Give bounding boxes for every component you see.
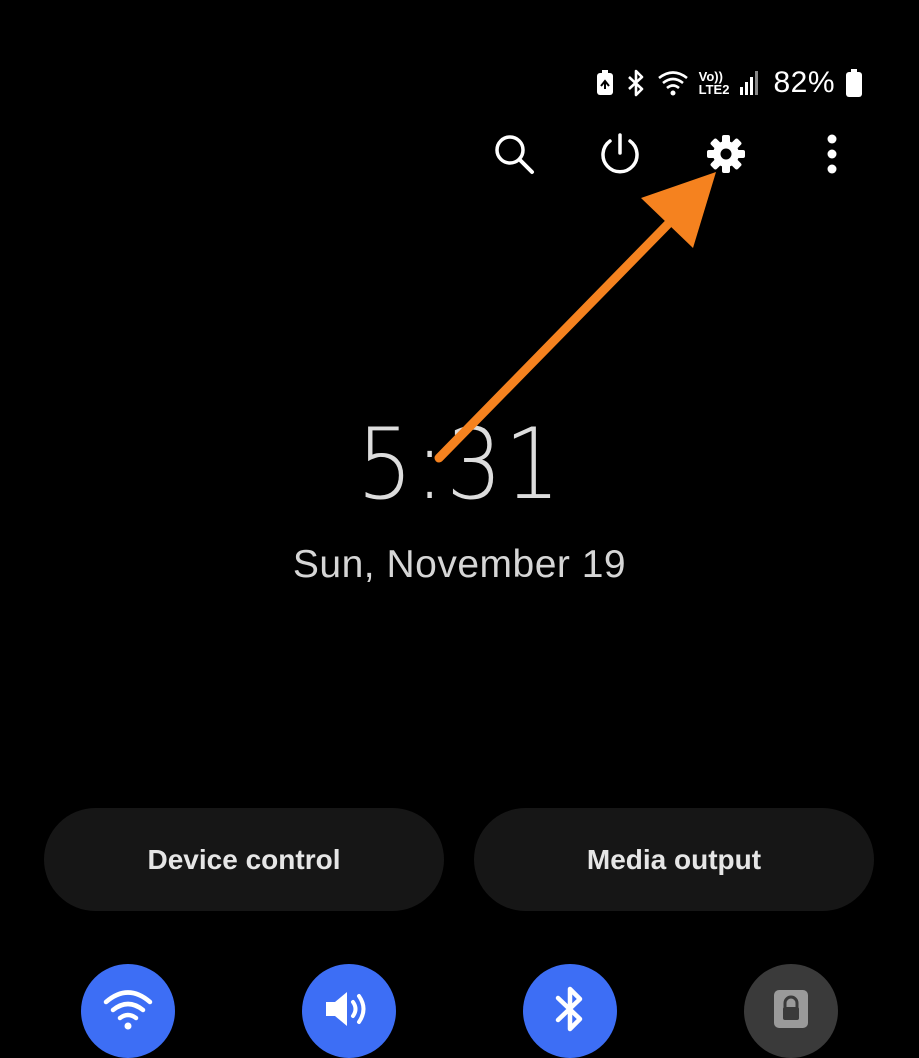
clock-time[interactable]: 5:31 — [46, 408, 873, 522]
quick-panel-actions — [0, 128, 919, 180]
battery-percent: 82% — [773, 66, 835, 99]
bluetooth-icon — [625, 69, 647, 97]
wifi-icon — [103, 987, 153, 1036]
power-icon[interactable] — [594, 128, 646, 180]
lock-toggle[interactable] — [744, 964, 838, 1058]
settings-gear-icon[interactable] — [700, 128, 752, 180]
wifi-toggle[interactable] — [81, 964, 175, 1058]
signal-icon — [739, 69, 759, 97]
battery-icon — [845, 68, 863, 98]
sound-toggle[interactable] — [302, 964, 396, 1058]
bluetooth-icon — [550, 984, 590, 1039]
wifi-icon — [657, 69, 689, 97]
status-bar: Vo)) LTE2 82% — [595, 64, 863, 102]
search-icon[interactable] — [488, 128, 540, 180]
lock-icon — [771, 987, 811, 1036]
media-output-button[interactable]: Media output — [474, 808, 874, 911]
battery-saver-icon — [595, 69, 615, 97]
volte-lte2-icon: Vo)) LTE2 — [698, 69, 730, 97]
clock-date[interactable]: Sun, November 19 — [0, 543, 919, 587]
sound-icon — [322, 987, 376, 1036]
device-control-button[interactable]: Device control — [44, 808, 444, 911]
bluetooth-toggle[interactable] — [523, 964, 617, 1058]
more-options-icon[interactable] — [806, 128, 858, 180]
